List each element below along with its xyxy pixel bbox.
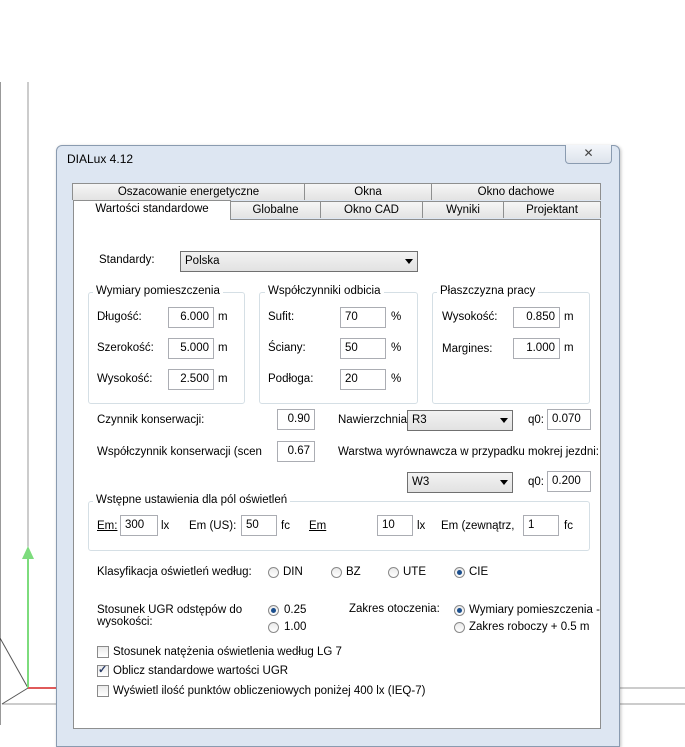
glare-radio-cie[interactable] (454, 567, 465, 578)
em2-unit: lx (417, 520, 426, 532)
glare-label: Klasyfikacja oświetleń według: (97, 566, 252, 578)
ugr-calc-checkbox[interactable] (97, 663, 109, 677)
tab-windows[interactable]: Okna (304, 183, 432, 200)
margin-label: Margines: (442, 343, 493, 355)
width-unit: m (218, 342, 228, 354)
chevron-down-icon (500, 480, 508, 485)
chevron-down-icon (500, 418, 508, 423)
em-ext-input[interactable]: 1 (523, 515, 559, 536)
range-label: Zakres otoczenia: (349, 603, 440, 615)
glare-option-bz: BZ (346, 566, 361, 578)
em-input[interactable]: 300 (120, 515, 158, 536)
glare-option-cie: CIE (469, 566, 489, 578)
ugr-radio-100[interactable] (268, 622, 279, 633)
walls-input[interactable]: 50 (340, 338, 386, 359)
walls-unit: % (391, 342, 402, 354)
length-input[interactable]: 6.000 (168, 307, 214, 328)
y-axis-arrow (22, 546, 34, 559)
range-option-room: Wymiary pomieszczenia - (469, 604, 600, 616)
ceiling-label: Sufit: (268, 311, 295, 323)
margin-unit: m (564, 342, 574, 354)
em-us-label: Em (US): (189, 520, 237, 532)
floor-unit: % (391, 373, 402, 385)
tab-energy[interactable]: Oszacowanie energetyczne (72, 183, 305, 200)
tab-results[interactable]: Wyniki (422, 201, 504, 218)
margin-input[interactable]: 1.000 (513, 338, 560, 359)
tab-cad-window[interactable]: Okno CAD (320, 201, 423, 218)
height-input[interactable]: 2.500 (168, 369, 214, 390)
wet-q0-label: q0: (528, 476, 544, 488)
glare-option-ute: UTE (403, 566, 426, 578)
em-unit: lx (161, 520, 170, 532)
wet-road-select[interactable]: W3 (407, 472, 513, 493)
ieq7-label: Wyświetl ilość punktów obliczeniowych po… (113, 685, 426, 697)
close-icon: ✕ (583, 146, 594, 160)
em-us-input[interactable]: 50 (241, 515, 277, 536)
wet-road-value: W3 (412, 476, 430, 488)
maintenance-label: Czynnik konserwacji: (97, 414, 205, 426)
wp-height-input[interactable]: 0.850 (513, 307, 560, 328)
ceiling-unit: % (391, 311, 402, 323)
dialog-title: DIALux 4.12 (67, 152, 134, 166)
glare-option-din: DIN (283, 566, 303, 578)
length-label: Długość: (97, 311, 142, 323)
surface-select[interactable]: R3 (407, 410, 513, 431)
scene-maintenance-label: Współczynnik konserwacji (scena (97, 446, 262, 458)
q0-input[interactable]: 0.070 (547, 409, 591, 430)
em-ext-unit: fc (564, 520, 573, 532)
floor-label: Podłoga: (268, 373, 314, 385)
standards-value: Polska (185, 255, 220, 267)
length-unit: m (218, 311, 228, 323)
maintenance-input[interactable]: 0.90 (277, 409, 315, 430)
tab-skylight[interactable]: Okno dachowe (431, 183, 601, 200)
glare-radio-bz[interactable] (331, 567, 342, 578)
em2-input[interactable]: 10 (377, 515, 413, 536)
wet-road-label: Warstwa wyrównawcza w przypadku mokrej j… (338, 446, 599, 458)
standards-select[interactable]: Polska (180, 251, 418, 272)
workplane-group-title: Płaszczyzna pracy (437, 285, 539, 297)
ieq7-checkbox[interactable] (97, 685, 109, 697)
walls-label: Ściany: (268, 342, 306, 354)
width-label: Szerokość: (97, 342, 154, 354)
range-option-work: Zakres roboczy + 0.5 m (469, 621, 590, 633)
reflectance-group-title: Współczynniki odbicia (265, 285, 384, 297)
surface-value: R3 (412, 414, 427, 426)
scene-maintenance-input[interactable]: 0.67 (277, 441, 315, 462)
standards-label: Standardy: (99, 254, 155, 266)
wet-q0-input[interactable]: 0.200 (547, 471, 591, 492)
floor-input[interactable]: 20 (340, 369, 386, 390)
lg7-label: Stosunek natężenia oświetlenia według LG… (113, 646, 342, 658)
fields-group-title: Wstępne ustawienia dla pól oświetleń (93, 494, 291, 506)
tab-designer[interactable]: Projektant (503, 201, 601, 218)
q0-label: q0: (528, 414, 544, 426)
range-radio-work[interactable] (454, 622, 465, 633)
tab-global[interactable]: Globalne (230, 201, 321, 218)
em-label: Em: (97, 520, 118, 532)
ugr-option-025: 0.25 (284, 604, 307, 616)
height-label: Wysokość: (97, 373, 153, 385)
ugr-calc-label: Oblicz standardowe wartości UGR (113, 665, 289, 677)
height-unit: m (218, 373, 228, 385)
range-radio-room[interactable] (454, 605, 465, 616)
lg7-checkbox[interactable] (97, 646, 109, 658)
tab-defaults[interactable]: Wartości standardowe (73, 200, 231, 220)
ceiling-input[interactable]: 70 (340, 307, 386, 328)
glare-radio-din[interactable] (268, 567, 279, 578)
close-button[interactable]: ✕ (565, 145, 612, 164)
em-us-unit: fc (281, 520, 290, 532)
em-ext-label: Em (zewnątrz, (441, 520, 515, 532)
ugr-option-100: 1.00 (284, 621, 307, 633)
glare-radio-ute[interactable] (388, 567, 399, 578)
room-group-title: Wymiary pomieszczenia (93, 285, 223, 297)
wp-height-unit: m (564, 311, 574, 323)
ugr-radio-025[interactable] (268, 605, 279, 616)
width-input[interactable]: 5.000 (168, 338, 214, 359)
surface-label: Nawierzchnia (338, 414, 408, 426)
chevron-down-icon (405, 259, 413, 264)
em2-label: Em (309, 520, 327, 532)
wp-height-label: Wysokość: (442, 311, 498, 323)
ugr-label: Stosunek UGR odstępów do wysokości: (97, 604, 243, 628)
